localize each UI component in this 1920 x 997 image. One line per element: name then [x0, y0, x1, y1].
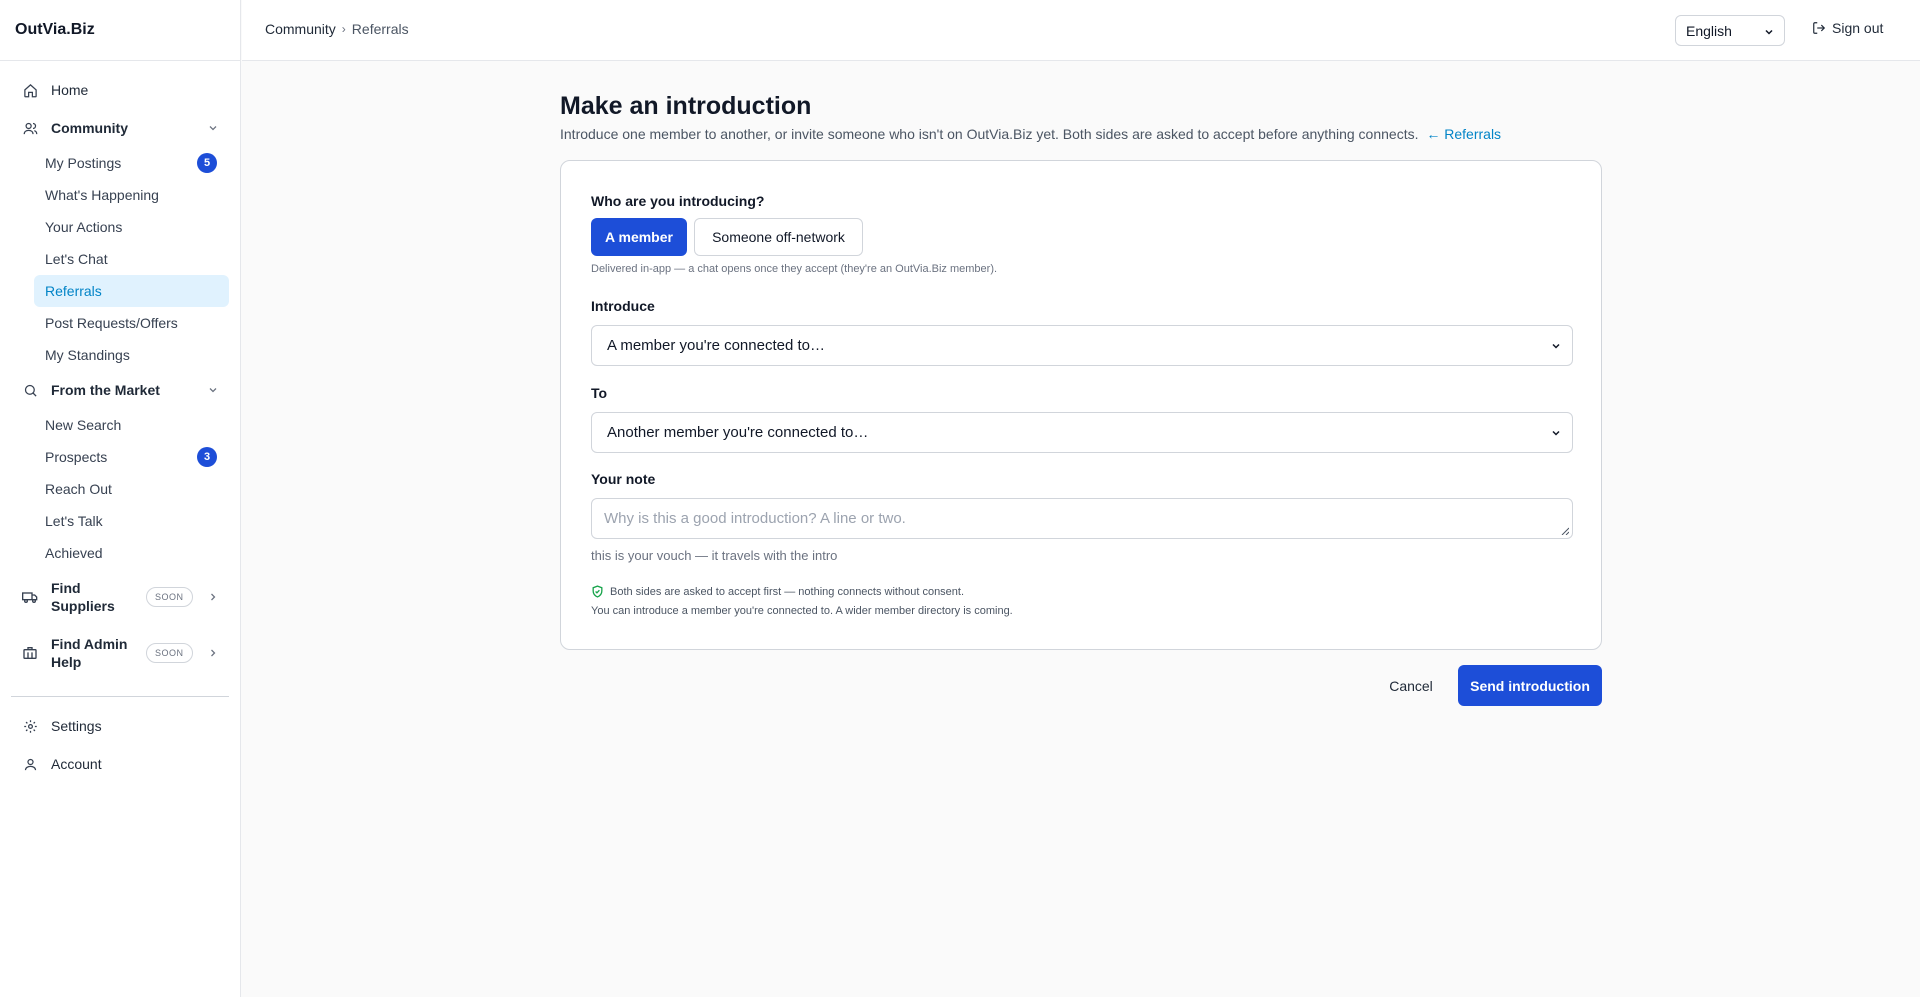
delivery-hint: Delivered in-app — a chat opens once the… [591, 263, 998, 275]
soon-badge: SOON [146, 643, 193, 663]
breadcrumb-referrals: Referrals [351, 21, 409, 37]
sidebar-item-label: Referrals [45, 283, 102, 299]
page-title: Make an introduction [560, 92, 812, 120]
sidebar-item-label: My Postings [45, 155, 122, 171]
option-off-network-button[interactable]: Someone off-network [694, 218, 863, 256]
sidebar-item-reach-out[interactable]: Reach Out [34, 473, 229, 505]
sidebar-item-home[interactable]: Home [11, 71, 229, 109]
sidebar-item-label: Account [51, 756, 102, 772]
user-icon [22, 756, 38, 772]
note-textarea[interactable]: Why is this a good introduction? A line … [591, 498, 1573, 539]
introduce-select-value: A member you're connected to… [607, 337, 825, 354]
chevron-down-icon [207, 122, 219, 134]
chevron-down-icon [1550, 427, 1562, 439]
sidebar-item-lets-talk[interactable]: Let's Talk [34, 505, 229, 537]
sign-out-icon [1812, 21, 1826, 35]
chevron-down-icon [1550, 340, 1562, 352]
chevron-down-icon [1763, 26, 1775, 38]
sidebar-item-referrals[interactable]: Referrals [34, 275, 229, 307]
sidebar-item-label: Let's Talk [45, 513, 103, 529]
introducing-question: Who are you introducing? [591, 193, 765, 209]
sidebar-item-achieved[interactable]: Achieved [34, 537, 229, 569]
sidebar-item-label: Find Suppliers [51, 580, 115, 614]
resize-handle-icon[interactable] [1561, 527, 1569, 535]
soon-badge: SOON [146, 587, 193, 607]
chevron-right-icon [207, 647, 219, 659]
sidebar-section-label: From the Market [51, 382, 160, 398]
page-subtitle-text: Introduce one member to another, or invi… [560, 126, 1419, 142]
note-label: Your note [591, 471, 656, 487]
breadcrumb-community[interactable]: Community [265, 21, 336, 37]
sidebar-item-account[interactable]: Account [11, 745, 229, 783]
consent-notice: Both sides are asked to accept first — n… [591, 585, 964, 598]
sidebar-item-label: Your Actions [45, 219, 123, 235]
back-to-referrals-link[interactable]: ← Referrals [1426, 126, 1501, 142]
consent-text: Both sides are asked to accept first — n… [610, 585, 965, 598]
truck-icon [22, 589, 38, 605]
sidebar-item-label: Achieved [45, 545, 103, 561]
introduce-label: Introduce [591, 298, 655, 314]
sidebar-item-label: New Search [45, 417, 122, 433]
sidebar-item-lets-chat[interactable]: Let's Chat [34, 243, 229, 275]
sidebar-item-label: Settings [51, 718, 102, 734]
option-member-button[interactable]: A member [591, 218, 687, 256]
sidebar-item-label: Reach Out [45, 481, 112, 497]
sidebar-item-my-postings[interactable]: My Postings 5 [34, 147, 229, 179]
brand-logo[interactable]: OutVia.Biz [0, 0, 240, 61]
sidebar-item-find-suppliers[interactable]: Find Suppliers SOON [11, 569, 229, 625]
sidebar-item-new-search[interactable]: New Search [34, 409, 229, 441]
sidebar-item-label: Prospects [45, 449, 108, 465]
home-icon [22, 82, 38, 98]
language-select-value: English [1686, 22, 1732, 39]
sidebar-divider [11, 696, 229, 697]
gear-icon [22, 718, 38, 734]
count-badge: 3 [197, 447, 217, 467]
to-label: To [591, 385, 608, 401]
to-select-value: Another member you're connected to… [607, 424, 869, 441]
note-helper-text: this is your vouch — it travels with the… [591, 548, 838, 563]
chevron-down-icon [207, 384, 219, 396]
shield-check-icon [591, 585, 604, 598]
sidebar: OutVia.Biz Home Community My Postings 5 … [0, 0, 241, 997]
language-select[interactable]: English [1675, 15, 1785, 46]
sidebar-item-label: Home [51, 82, 89, 98]
introduce-select[interactable]: A member you're connected to… [591, 325, 1573, 366]
breadcrumb: Community › Referrals [265, 21, 409, 37]
send-introduction-button[interactable]: Send introduction [1458, 665, 1602, 706]
top-bar: Community › Referrals English Sign out [242, 0, 1920, 61]
sidebar-item-your-actions[interactable]: Your Actions [34, 211, 229, 243]
chevron-right-icon [207, 591, 219, 603]
sidebar-item-find-admin-help[interactable]: Find Admin Help SOON [11, 625, 229, 681]
sidebar-section-label: Community [51, 120, 128, 136]
sidebar-item-label: Post Requests/Offers [45, 315, 178, 331]
sidebar-item-label: My Standings [45, 347, 130, 363]
directory-notice: You can introduce a member you're connec… [591, 605, 1013, 617]
sidebar-section-from-the-market[interactable]: From the Market [11, 371, 229, 409]
to-select[interactable]: Another member you're connected to… [591, 412, 1573, 453]
note-placeholder: Why is this a good introduction? A line … [604, 510, 906, 527]
cancel-button[interactable]: Cancel [1378, 665, 1444, 706]
users-icon [22, 120, 38, 136]
breadcrumb-separator-icon: › [341, 22, 346, 36]
briefcase-icon [22, 645, 38, 661]
sign-out-button[interactable]: Sign out [1812, 20, 1883, 36]
sidebar-nav: Home Community My Postings 5 What's Happ… [0, 61, 240, 783]
sidebar-section-community[interactable]: Community [11, 109, 229, 147]
sidebar-item-post-requests-offers[interactable]: Post Requests/Offers [34, 307, 229, 339]
page-subtitle: Introduce one member to another, or invi… [560, 126, 1501, 142]
introduction-form-card: Who are you introducing? A member Someon… [560, 160, 1602, 650]
sidebar-item-my-standings[interactable]: My Standings [34, 339, 229, 371]
count-badge: 5 [197, 153, 217, 173]
sidebar-item-whats-happening[interactable]: What's Happening [34, 179, 229, 211]
sidebar-item-label: What's Happening [45, 187, 159, 203]
sidebar-item-prospects[interactable]: Prospects 3 [34, 441, 229, 473]
sidebar-item-label: Find Admin Help [51, 636, 128, 670]
sidebar-item-settings[interactable]: Settings [11, 707, 229, 745]
search-icon [22, 382, 38, 398]
sidebar-item-label: Let's Chat [45, 251, 108, 267]
sign-out-label: Sign out [1832, 20, 1884, 36]
